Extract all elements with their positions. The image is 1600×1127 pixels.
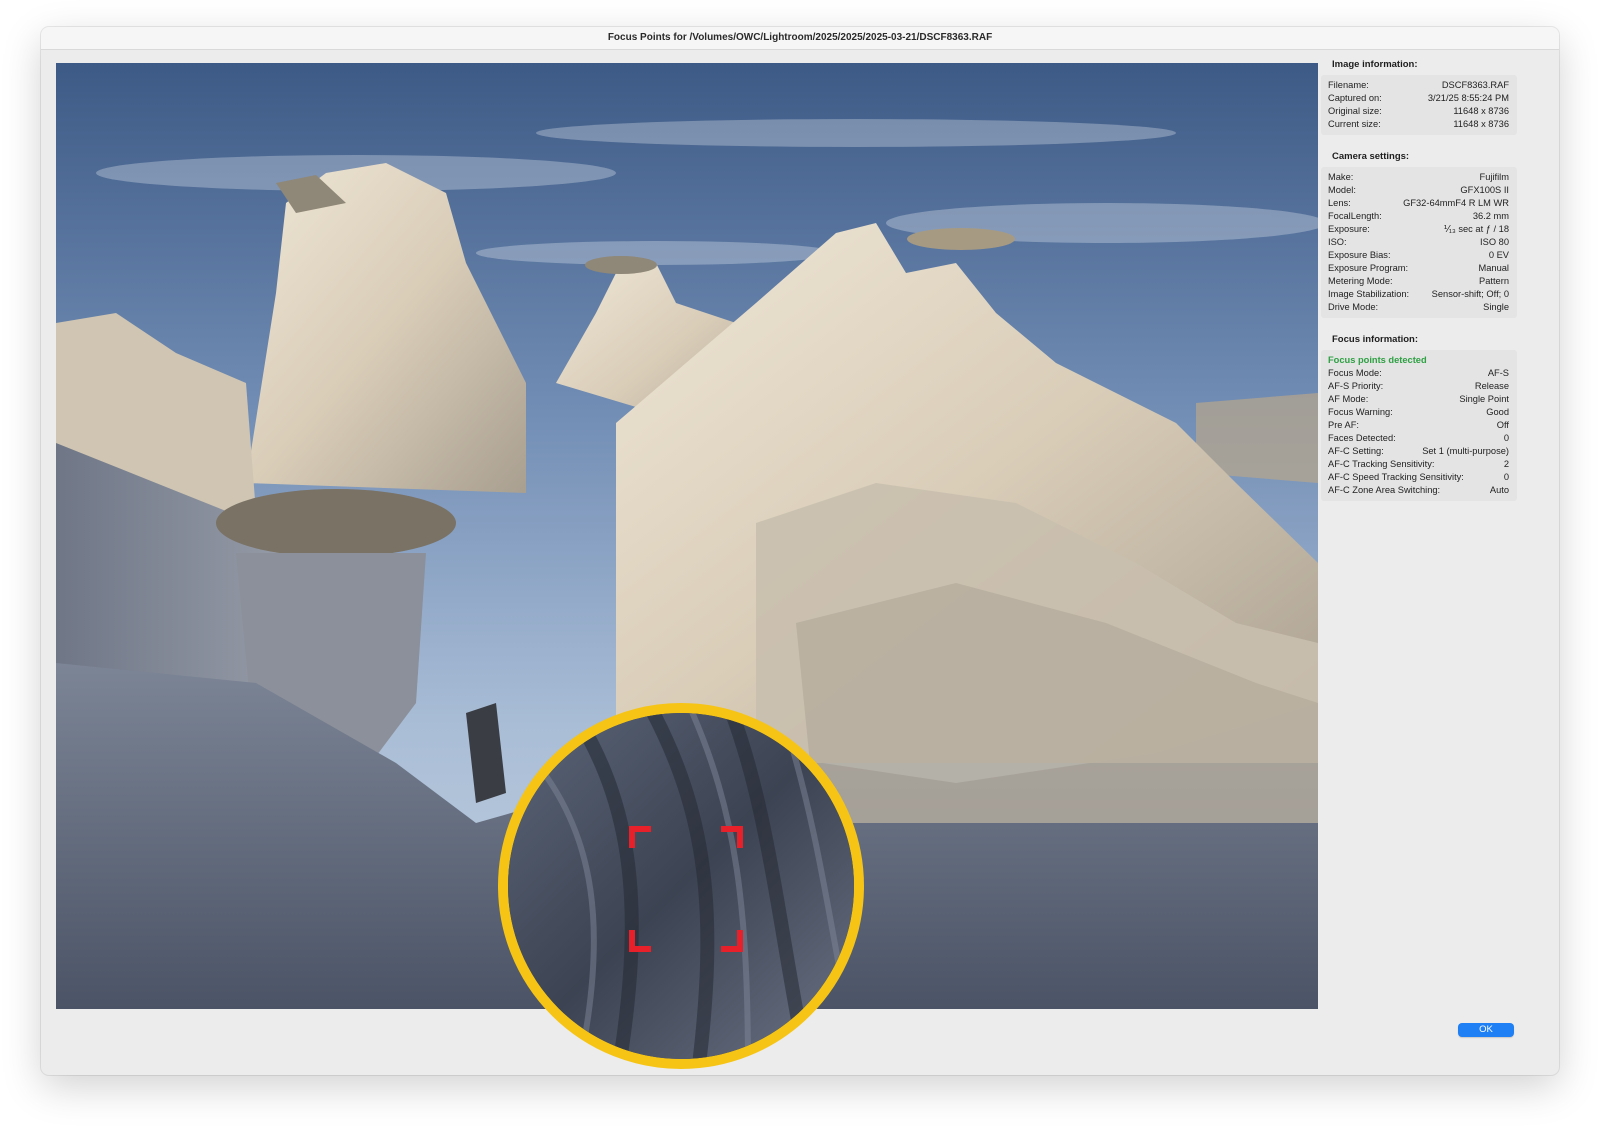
info-row: Pre AF: Off <box>1328 420 1509 430</box>
camera-settings-heading: Camera settings: <box>1332 151 1410 162</box>
info-row: AF-C Zone Area Switching: Auto <box>1328 485 1509 495</box>
info-row: AF-C Speed Tracking Sensitivity: 0 <box>1328 472 1509 482</box>
info-row: FocalLength: 36.2 mm <box>1328 211 1509 221</box>
info-panel: Image information: Filename: DSCF8363.RAF… <box>1321 59 1517 517</box>
focus-magnifier <box>498 703 864 1069</box>
info-row: Focus Warning: Good <box>1328 407 1509 417</box>
info-row: Captured on: 3/21/25 8:55:24 PM <box>1328 93 1509 103</box>
image-info-box: Filename: DSCF8363.RAF Captured on: 3/21/2… <box>1321 75 1517 135</box>
info-row: Exposure Bias: 0 EV <box>1328 250 1509 260</box>
info-row: AF Mode: Single Point <box>1328 394 1509 404</box>
window-title: Focus Points for /Volumes/OWC/Lightroom/… <box>41 27 1559 50</box>
info-row: Current size: 11648 x 8736 <box>1328 119 1509 129</box>
info-row: AF-C Tracking Sensitivity: 2 <box>1328 459 1509 469</box>
info-row: Drive Mode: Single <box>1328 302 1509 312</box>
info-row: Image Stabilization: Sensor-shift; Off; 0 <box>1328 289 1509 299</box>
ok-button[interactable]: OK <box>1458 1023 1514 1037</box>
info-row: Metering Mode: Pattern <box>1328 276 1509 286</box>
info-row: Lens: GF32-64mmF4 R LM WR <box>1328 198 1509 208</box>
focus-info-heading: Focus information: <box>1332 334 1419 345</box>
image-info-heading: Image information: <box>1332 59 1418 70</box>
info-row: ISO: ISO 80 <box>1328 237 1509 247</box>
info-row: AF-C Setting: Set 1 (multi-purpose) <box>1328 446 1509 456</box>
info-row: Filename: DSCF8363.RAF <box>1328 80 1509 90</box>
magnified-detail <box>508 713 854 1059</box>
info-row: Make: Fujifilm <box>1328 172 1509 182</box>
focus-status: Focus points detected <box>1328 355 1427 365</box>
info-row: Exposure Program: Manual <box>1328 263 1509 273</box>
info-row: Focus Mode: AF-S <box>1328 368 1509 378</box>
info-row: AF-S Priority: Release <box>1328 381 1509 391</box>
camera-settings-box: Make: Fujifilm Model: GFX100S II Lens: GF32… <box>1321 167 1517 318</box>
info-row: Original size: 11648 x 8736 <box>1328 106 1509 116</box>
info-row: Model: GFX100S II <box>1328 185 1509 195</box>
focus-info-box: Focus points detected Focus Mode: AF-S AF… <box>1321 350 1517 501</box>
info-row: Exposure: ⅟₁₃ sec at ƒ / 18 <box>1328 224 1509 234</box>
info-row: Faces Detected: 0 <box>1328 433 1509 443</box>
